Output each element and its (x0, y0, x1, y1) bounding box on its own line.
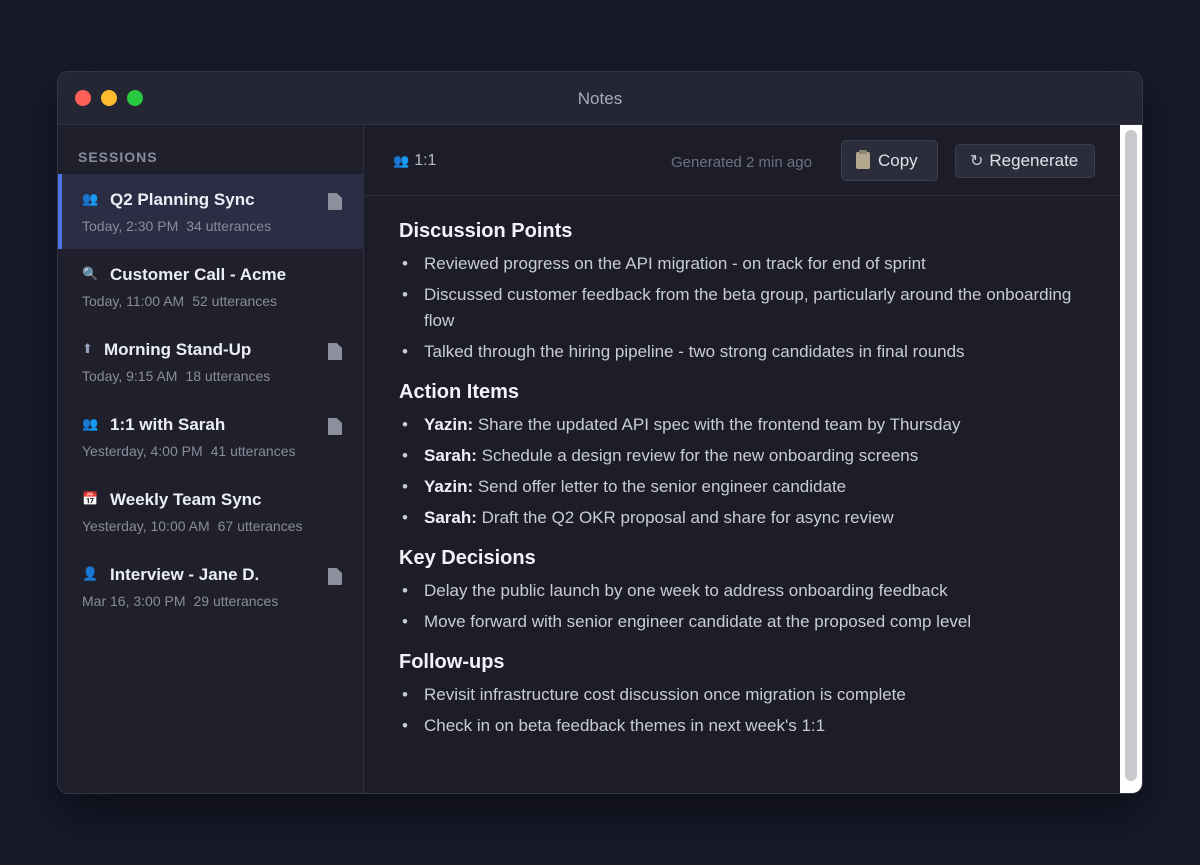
list-item: Discussed customer feedback from the bet… (399, 282, 1100, 334)
action-text: Send offer letter to the senior engineer… (473, 477, 847, 496)
calendar-icon: 📅 (82, 491, 99, 506)
session-time: Mar 16, 3:00 PM (82, 593, 186, 609)
notes-content: Discussion Points Reviewed progress on t… (399, 220, 1100, 755)
sessions-sidebar: SESSIONS 👥 Q2 Planning Sync Today, 2:30 … (58, 125, 364, 793)
up-arrow-icon: ⬆ (82, 341, 93, 356)
refresh-icon: ↻ (970, 153, 984, 170)
session-time: Yesterday, 10:00 AM (82, 518, 210, 534)
sessions-header: SESSIONS (78, 149, 158, 165)
session-meta: Today, 2:30 PM 34 utterances (82, 218, 271, 234)
session-meta: Mar 16, 3:00 PM 29 utterances (82, 593, 278, 609)
session-time: Yesterday, 4:00 PM (82, 443, 203, 459)
generated-timestamp: Generated 2 min ago (671, 154, 812, 171)
meeting-type-text: 1:1 (414, 152, 437, 169)
session-item-1-1-with-sarah[interactable]: 👥 1:1 with Sarah Yesterday, 4:00 PM 41 ut… (58, 399, 364, 474)
session-meta: Yesterday, 10:00 AM 67 utterances (82, 518, 302, 534)
notes-scrollbar[interactable] (1120, 125, 1142, 793)
follow-ups-section: Follow-ups Revisit infrastructure cost d… (399, 651, 1100, 739)
session-meta: Yesterday, 4:00 PM 41 utterances (82, 443, 295, 459)
session-item-customer-call-acme[interactable]: 🔍 Customer Call - Acme Today, 11:00 AM 52… (58, 249, 364, 324)
notes-toolbar: 👥 1:1 Generated 2 min ago Copy ↻ Regenerat… (364, 125, 1120, 196)
section-heading: Key Decisions (399, 547, 536, 569)
action-text: Share the updated API spec with the fron… (473, 415, 961, 434)
session-title: Customer Call - Acme (110, 265, 287, 284)
action-text: Schedule a design review for the new onb… (476, 446, 919, 465)
title-bar: Notes (58, 72, 1142, 125)
session-item-morning-stand-up[interactable]: ⬆ Morning Stand-Up Today, 9:15 AM 18 utte… (58, 324, 364, 399)
action-owner: Yazin: (424, 477, 474, 496)
list-item: Reviewed progress on the API migration -… (399, 251, 1100, 277)
session-title: Morning Stand-Up (104, 340, 252, 359)
section-heading: Discussion Points (399, 220, 573, 242)
list-item: Yazin: Share the updated API spec with t… (399, 412, 1100, 438)
document-icon (328, 193, 342, 210)
list-item: Check in on beta feedback themes in next… (399, 713, 1100, 739)
scrollbar-thumb[interactable] (1125, 130, 1137, 781)
person-icon: 👤 (82, 566, 99, 581)
clipboard-icon (856, 150, 870, 169)
meeting-type-label: 👥 1:1 (393, 152, 436, 170)
session-utterance-count: 34 utterances (186, 218, 272, 234)
session-item-weekly-team-sync[interactable]: 📅 Weekly Team Sync Yesterday, 10:00 AM 67… (58, 474, 364, 549)
session-item-interview-jane-d[interactable]: 👤 Interview - Jane D. Mar 16, 3:00 PM 29 … (58, 549, 364, 624)
notes-window: Notes SESSIONS 👥 Q2 Planning Sync Today,… (57, 71, 1143, 794)
action-owner: Yazin: (424, 415, 474, 434)
people-icon: 👥 (82, 416, 99, 431)
session-time: Today, 9:15 AM (82, 368, 178, 384)
session-utterance-count: 41 utterances (210, 443, 296, 459)
session-meta: Today, 11:00 AM 52 utterances (82, 293, 277, 309)
notes-panel: 👥 1:1 Generated 2 min ago Copy ↻ Regenerat… (364, 125, 1120, 793)
action-items-section: Action Items Yazin: Share the updated AP… (399, 381, 1100, 531)
list-item: Delay the public launch by one week to a… (399, 578, 1100, 604)
session-title: Q2 Planning Sync (110, 190, 255, 209)
document-icon (328, 418, 342, 435)
regenerate-button-label: Regenerate (989, 151, 1079, 170)
action-text: Draft the Q2 OKR proposal and share for … (476, 508, 894, 527)
section-heading: Action Items (399, 381, 520, 403)
session-title: 1:1 with Sarah (110, 415, 226, 434)
list-item: Sarah: Draft the Q2 OKR proposal and sha… (399, 505, 1100, 531)
copy-button[interactable]: Copy (841, 140, 938, 181)
list-item: Sarah: Schedule a design review for the … (399, 443, 1100, 469)
list-item: Talked through the hiring pipeline - two… (399, 339, 1100, 365)
session-title: Weekly Team Sync (110, 490, 262, 509)
sessions-list: 👥 Q2 Planning Sync Today, 2:30 PM 34 utte… (58, 174, 364, 624)
list-item: Move forward with senior engineer candid… (399, 609, 1100, 635)
window-title: Notes (577, 89, 623, 108)
session-title: Interview - Jane D. (110, 565, 260, 584)
session-utterance-count: 29 utterances (193, 593, 279, 609)
key-decisions-section: Key Decisions Delay the public launch by… (399, 547, 1100, 635)
copy-button-label: Copy (878, 150, 918, 170)
people-icon: 👥 (82, 191, 99, 206)
session-utterance-count: 52 utterances (192, 293, 278, 309)
list-item: Yazin: Send offer letter to the senior e… (399, 474, 1100, 500)
session-meta: Today, 9:15 AM 18 utterances (82, 368, 270, 384)
regenerate-button[interactable]: ↻ Regenerate (955, 144, 1095, 178)
list-item: Revisit infrastructure cost discussion o… (399, 682, 1100, 708)
session-utterance-count: 18 utterances (185, 368, 271, 384)
action-owner: Sarah: (424, 508, 477, 527)
session-item-q2-planning-sync[interactable]: 👥 Q2 Planning Sync Today, 2:30 PM 34 utte… (58, 174, 364, 249)
document-icon (328, 568, 342, 585)
discussion-points-section: Discussion Points Reviewed progress on t… (399, 220, 1100, 365)
document-icon (328, 343, 342, 360)
session-time: Today, 11:00 AM (82, 293, 185, 309)
section-heading: Follow-ups (399, 651, 505, 673)
action-owner: Sarah: (424, 446, 477, 465)
people-icon: 👥 (393, 153, 410, 168)
session-time: Today, 2:30 PM (82, 218, 179, 234)
magnifier-icon: 🔍 (82, 266, 99, 281)
session-utterance-count: 67 utterances (217, 518, 303, 534)
